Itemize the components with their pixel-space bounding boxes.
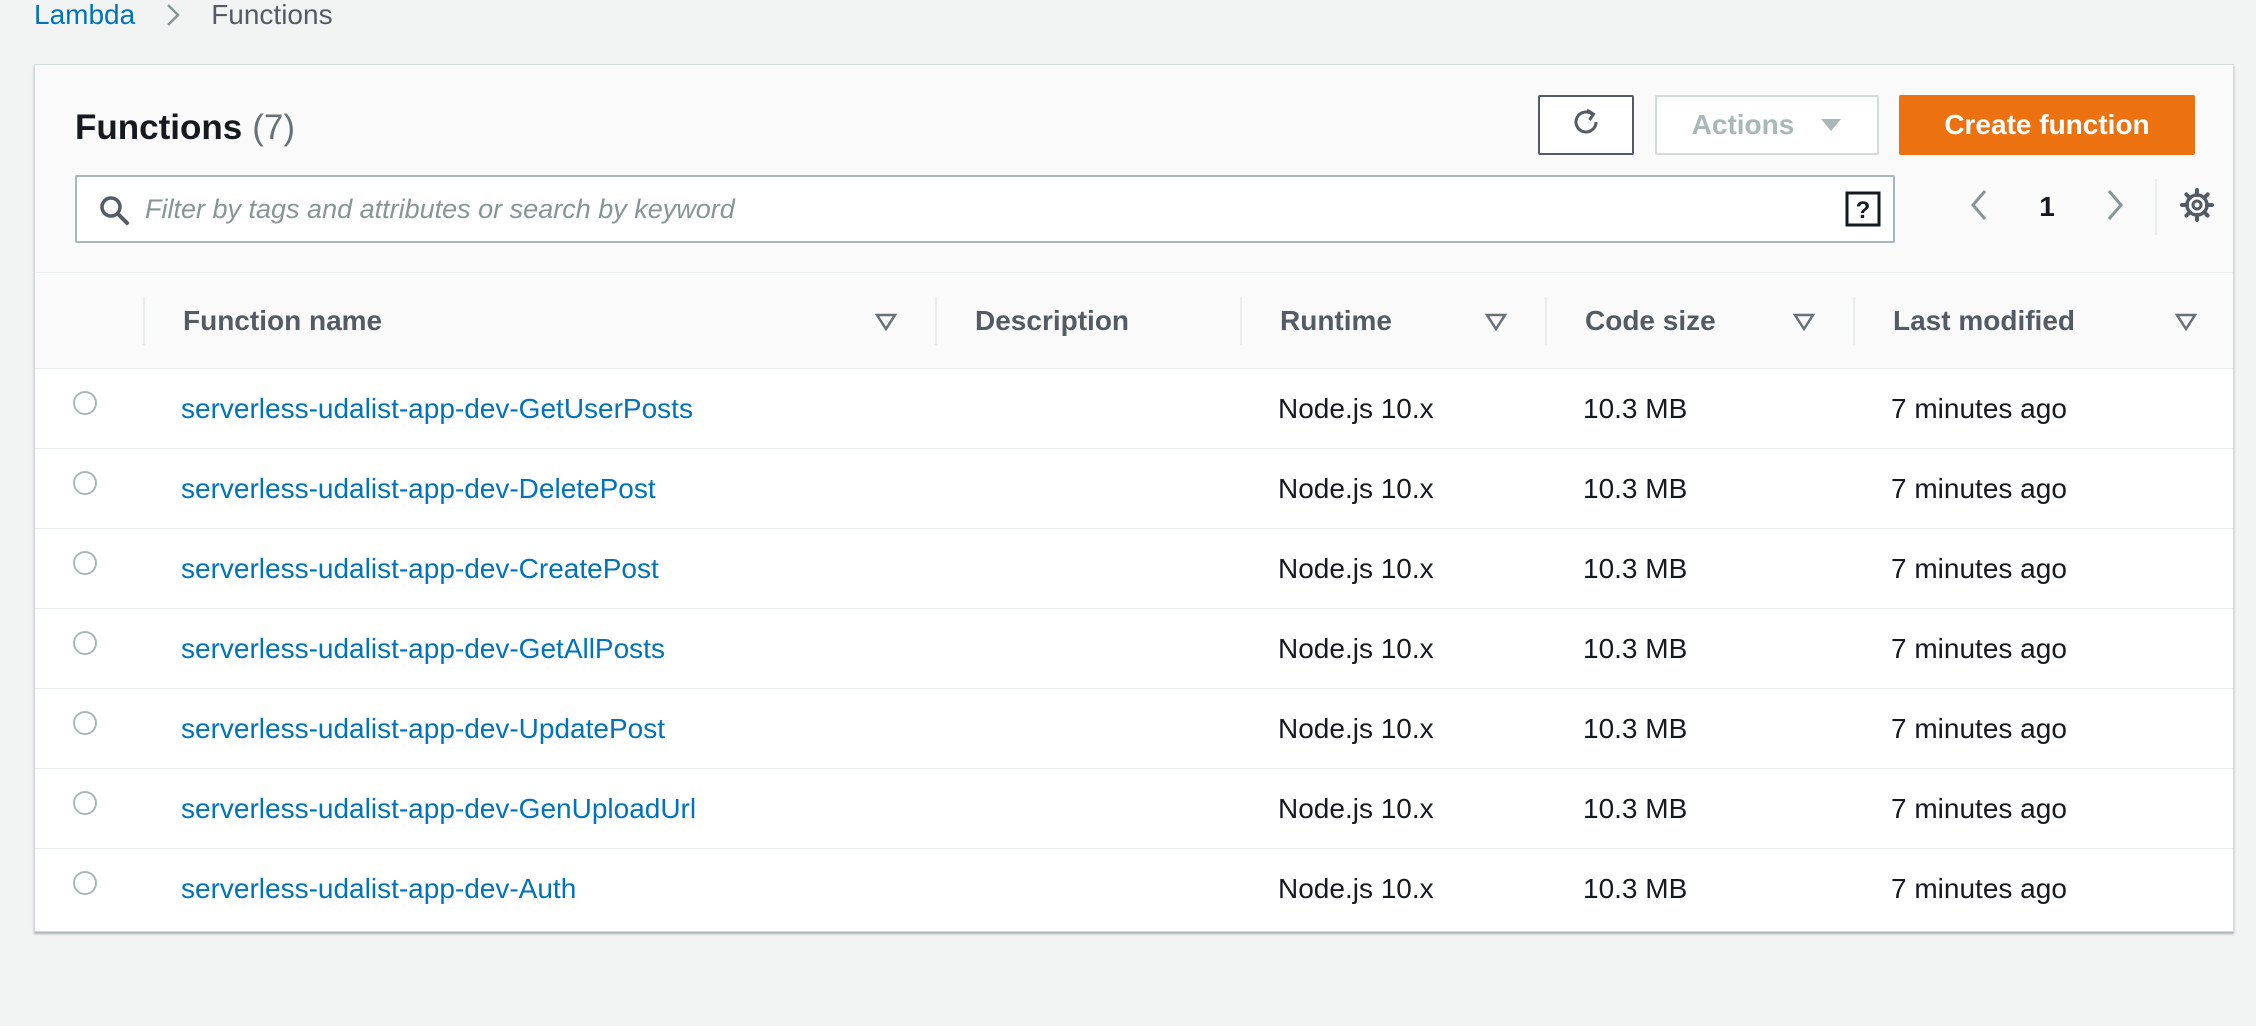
runtime-cell: Node.js 10.x (1278, 873, 1434, 904)
last-modified-cell: 7 minutes ago (1891, 793, 2067, 824)
table-header: Function name Description Runtime Code s… (35, 273, 2233, 369)
breadcrumb: Lambda Functions (34, 0, 333, 30)
code-size-cell: 10.3 MB (1583, 873, 1688, 904)
column-header-code-size[interactable]: Code size (1585, 273, 1716, 369)
breadcrumb-lambda-link[interactable]: Lambda (34, 0, 135, 30)
chevron-right-icon (2105, 188, 2125, 227)
row-select-radio[interactable] (73, 791, 97, 815)
runtime-cell: Node.js 10.x (1278, 633, 1434, 664)
column-header-runtime[interactable]: Runtime (1280, 273, 1392, 369)
table-row[interactable]: serverless-udalist-app-dev-GenUploadUrl … (35, 769, 2233, 849)
chevron-left-icon (1969, 188, 1989, 227)
column-header-last-modified[interactable]: Last modified (1893, 273, 2075, 369)
column-divider (1545, 297, 1547, 345)
refresh-button[interactable] (1538, 95, 1634, 155)
functions-panel: Functions (7) Actions Create function Fi… (34, 64, 2234, 932)
column-divider (1853, 297, 1855, 345)
sort-triangle-icon[interactable] (1485, 311, 1507, 333)
function-name-link[interactable]: serverless-udalist-app-dev-GetAllPosts (181, 609, 665, 689)
table-row[interactable]: serverless-udalist-app-dev-DeletePost No… (35, 449, 2233, 529)
search-field[interactable]: ? (75, 175, 1895, 243)
chevron-right-icon (165, 2, 181, 28)
row-select-radio[interactable] (73, 871, 97, 895)
last-modified-cell: 7 minutes ago (1891, 553, 2067, 584)
code-size-cell: 10.3 MB (1583, 793, 1688, 824)
column-divider (1240, 297, 1242, 345)
row-select-radio[interactable] (73, 391, 97, 415)
table-row[interactable]: serverless-udalist-app-dev-Auth Node.js … (35, 849, 2233, 929)
table-row[interactable]: serverless-udalist-app-dev-GetUserPosts … (35, 369, 2233, 449)
function-name-link[interactable]: serverless-udalist-app-dev-Auth (181, 849, 576, 929)
column-divider (935, 297, 937, 345)
table-row[interactable]: serverless-udalist-app-dev-GetAllPosts N… (35, 609, 2233, 689)
search-icon (97, 193, 131, 227)
runtime-cell: Node.js 10.x (1278, 393, 1434, 424)
sort-triangle-icon[interactable] (2175, 311, 2197, 333)
function-name-link[interactable]: serverless-udalist-app-dev-GenUploadUrl (181, 769, 696, 849)
table-row[interactable]: serverless-udalist-app-dev-UpdatePost No… (35, 689, 2233, 769)
search-input[interactable] (145, 185, 1785, 233)
function-count: (7) (252, 108, 295, 147)
runtime-cell: Node.js 10.x (1278, 713, 1434, 744)
gear-icon (2179, 187, 2215, 228)
next-page-button[interactable] (2097, 183, 2133, 231)
panel-title-text: Functions (75, 108, 243, 147)
last-modified-cell: 7 minutes ago (1891, 393, 2067, 424)
previous-page-button[interactable] (1961, 183, 1997, 231)
runtime-cell: Node.js 10.x (1278, 793, 1434, 824)
column-header-description: Description (975, 305, 1130, 336)
row-select-radio[interactable] (73, 711, 97, 735)
help-icon[interactable]: ? (1845, 191, 1881, 227)
code-size-cell: 10.3 MB (1583, 393, 1688, 424)
function-name-link[interactable]: serverless-udalist-app-dev-DeletePost (181, 449, 656, 529)
last-modified-cell: 7 minutes ago (1891, 633, 2067, 664)
row-select-radio[interactable] (73, 631, 97, 655)
column-divider (143, 297, 145, 345)
create-function-button[interactable]: Create function (1899, 95, 2195, 155)
function-name-link[interactable]: serverless-udalist-app-dev-GetUserPosts (181, 369, 693, 449)
last-modified-cell: 7 minutes ago (1891, 713, 2067, 744)
column-header-function-name[interactable]: Function name (183, 273, 382, 369)
actions-label: Actions (1691, 109, 1795, 140)
breadcrumb-current: Functions (211, 0, 333, 30)
code-size-cell: 10.3 MB (1583, 633, 1688, 664)
runtime-cell: Node.js 10.x (1278, 473, 1434, 504)
pager-divider (2155, 179, 2157, 235)
caret-down-icon (1820, 118, 1842, 132)
row-select-radio[interactable] (73, 551, 97, 575)
code-size-cell: 10.3 MB (1583, 473, 1688, 504)
actions-button[interactable]: Actions (1655, 95, 1879, 155)
last-modified-cell: 7 minutes ago (1891, 473, 2067, 504)
panel-header: Functions (7) Actions Create function Fi… (35, 65, 2233, 273)
refresh-icon (1568, 104, 1604, 147)
row-select-radio[interactable] (73, 471, 97, 495)
code-size-cell: 10.3 MB (1583, 713, 1688, 744)
last-modified-cell: 7 minutes ago (1891, 873, 2067, 904)
page-number[interactable]: 1 (2029, 183, 2065, 231)
preferences-button[interactable] (2173, 183, 2221, 231)
sort-triangle-icon[interactable] (1793, 311, 1815, 333)
function-name-link[interactable]: serverless-udalist-app-dev-CreatePost (181, 529, 659, 609)
table-row[interactable]: serverless-udalist-app-dev-CreatePost No… (35, 529, 2233, 609)
runtime-cell: Node.js 10.x (1278, 553, 1434, 584)
svg-text:?: ? (1856, 197, 1871, 224)
page-title: Functions (7) (75, 103, 295, 153)
code-size-cell: 10.3 MB (1583, 553, 1688, 584)
sort-triangle-icon[interactable] (875, 311, 897, 333)
function-name-link[interactable]: serverless-udalist-app-dev-UpdatePost (181, 689, 665, 769)
